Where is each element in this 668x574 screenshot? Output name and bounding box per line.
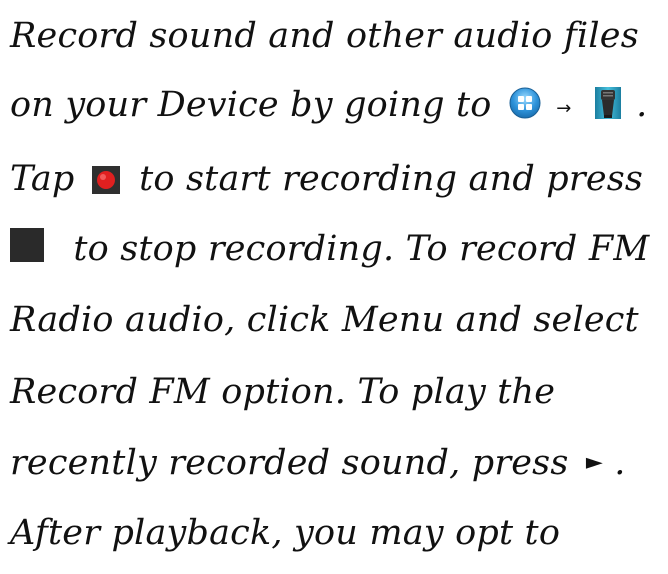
text-line-2: on your Device by going to → . xyxy=(10,83,647,129)
line2-text: on your Device by going to xyxy=(10,85,492,125)
text-line-7: recently recorded sound, press ► . xyxy=(10,441,626,487)
text-line-3: Tap to start recording and press xyxy=(10,157,643,201)
text-line-1: Record sound and other audio files xyxy=(10,14,639,58)
line2-period: . xyxy=(636,85,648,125)
text-line-8: After playback, you may opt to xyxy=(10,511,560,555)
line4-text: to stop recording. To record FM xyxy=(73,229,650,269)
stop-icon xyxy=(10,227,44,262)
right-arrow-icon: → xyxy=(556,97,572,119)
line3-start-text: Tap xyxy=(10,159,75,199)
line3-end-text: to start recording and press xyxy=(139,159,644,199)
instruction-document: Record sound and other audio files on yo… xyxy=(0,0,668,574)
sound-recorder-icon xyxy=(593,86,623,120)
line7-period: . xyxy=(614,443,626,483)
text-line-4: to stop recording. To record FM xyxy=(10,227,649,271)
text-line-6: Record FM option. To play the xyxy=(10,370,555,414)
play-icon: ► xyxy=(585,449,603,475)
record-icon xyxy=(91,161,120,194)
line8-text: After playback, you may opt to xyxy=(10,513,561,553)
apps-icon xyxy=(507,86,543,120)
line5-text: Radio audio, click Menu and select xyxy=(10,300,639,340)
text-line-5: Radio audio, click Menu and select xyxy=(10,298,639,342)
line7-text: recently recorded sound, press xyxy=(10,443,569,483)
line1-text: Record sound and other audio files xyxy=(10,16,639,56)
line6-text: Record FM option. To play the xyxy=(10,372,556,412)
